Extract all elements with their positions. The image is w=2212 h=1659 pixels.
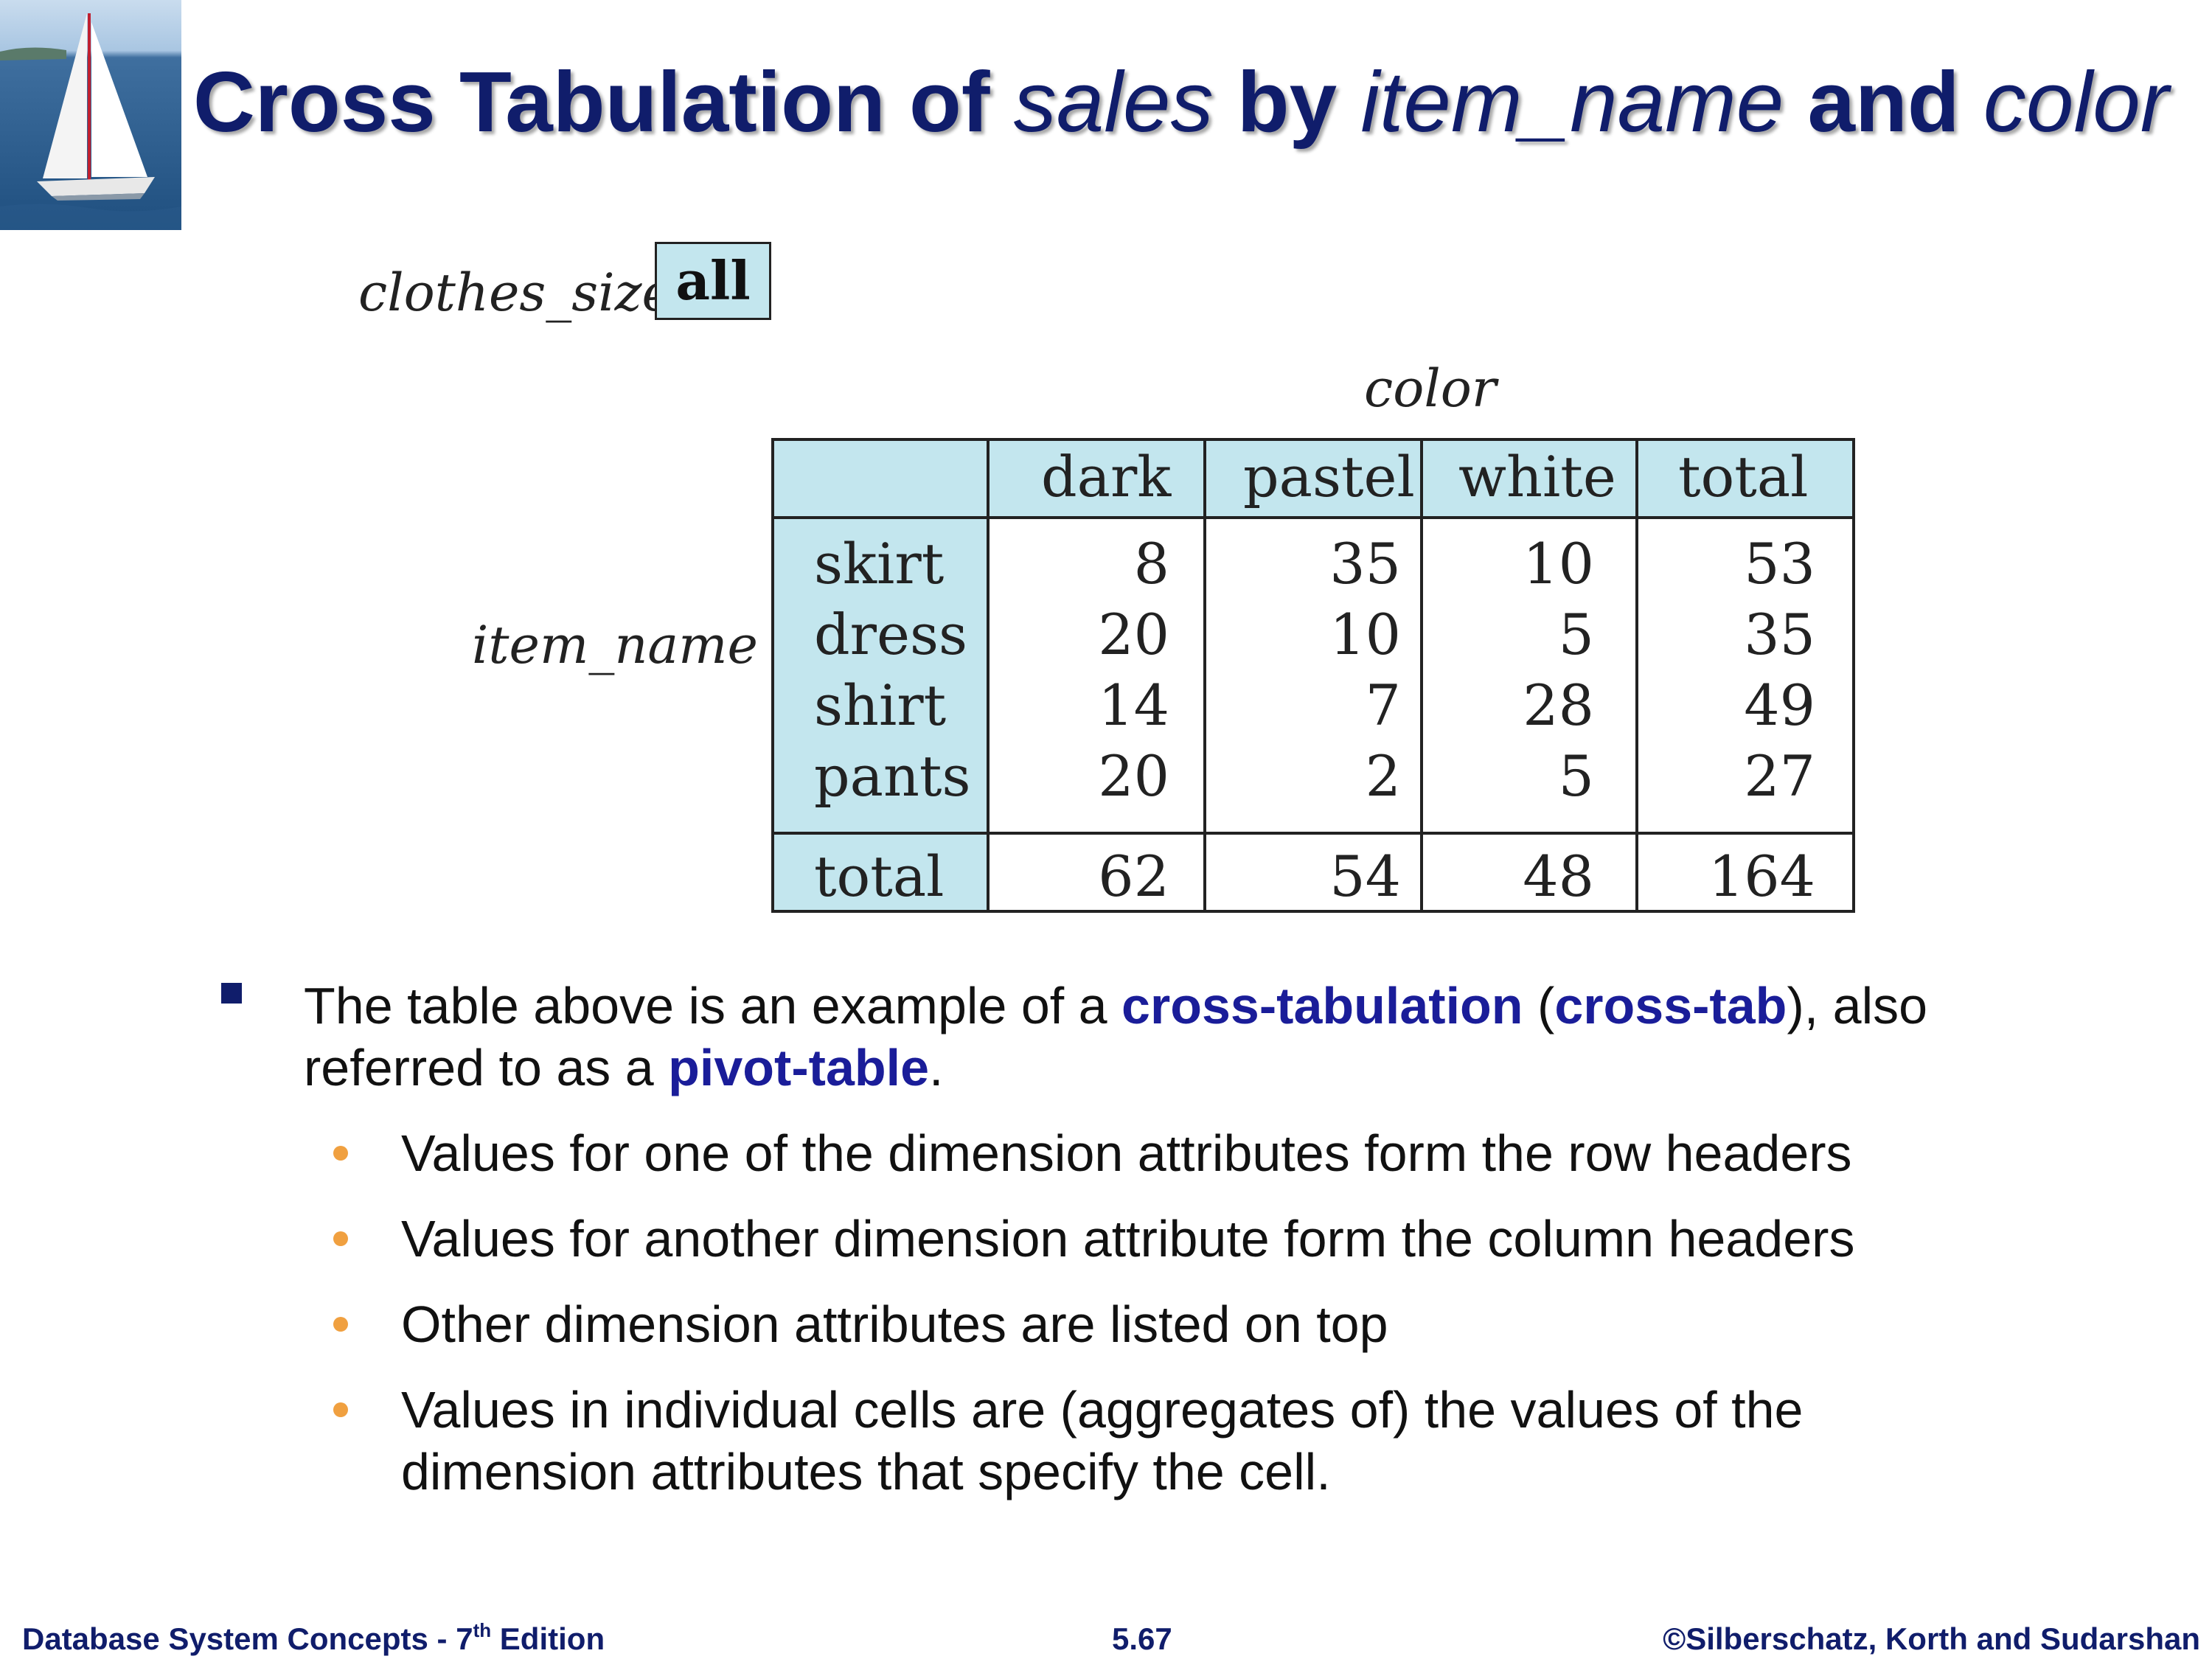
table-cell: 28	[1523, 672, 1594, 738]
table-cell: 5	[1558, 602, 1594, 667]
footer-book-text: Database System Concepts - 7	[22, 1621, 473, 1656]
main-text-1: The table above is an example of a	[304, 977, 1122, 1034]
column-header: dark	[1041, 444, 1172, 509]
table-cell: 20	[1098, 743, 1169, 809]
grid-line	[1852, 438, 1855, 913]
table-cell: 2	[1365, 743, 1401, 809]
clothes-size-value: all	[655, 242, 771, 320]
grid-line	[771, 832, 1855, 835]
total-cell: 48	[1523, 844, 1594, 909]
column-header: pastel	[1243, 444, 1415, 509]
sub-bullet-text: Values for another dimension attribute f…	[401, 1210, 1855, 1267]
orange-bullet-icon	[333, 1146, 348, 1161]
row-header: skirt	[814, 531, 945, 597]
orange-bullet-icon	[333, 1231, 348, 1246]
sailboat-icon	[0, 0, 181, 230]
main-text-2: (	[1523, 977, 1555, 1034]
table-cell: 35	[1744, 602, 1815, 667]
grid-line	[771, 438, 1855, 441]
keyword-pivot-table: pivot-table	[668, 1039, 930, 1096]
total-cell: 164	[1708, 844, 1815, 909]
footer-book-edition: Edition	[491, 1621, 605, 1656]
grid-line	[1203, 438, 1206, 913]
grid-line	[771, 910, 1855, 913]
sailboat-logo	[0, 0, 181, 230]
sub-bullet-text: Values in individual cells are (aggregat…	[401, 1381, 1804, 1500]
footer-copyright: ©Silberschatz, Korth and Sudarshan	[1663, 1621, 2200, 1656]
grid-line	[1420, 438, 1423, 913]
table-cell: 20	[1098, 602, 1169, 667]
main-text-4: .	[929, 1039, 944, 1096]
table-cell: 5	[1558, 743, 1594, 809]
sub-bullet-text: Values for one of the dimension attribut…	[401, 1124, 1852, 1182]
row-header: dress	[814, 602, 967, 667]
row-header: shirt	[814, 672, 947, 738]
title-relation: sales	[1013, 54, 1214, 150]
total-cell: 62	[1098, 844, 1169, 909]
footer-page-number: 5.67	[1112, 1621, 1172, 1656]
table-cell: 53	[1744, 531, 1815, 597]
page-title: Cross Tabulation of sales by item_name a…	[193, 50, 2168, 153]
title-prefix: Cross Tabulation of	[193, 54, 1014, 150]
table-cell: 27	[1744, 743, 1815, 809]
table-cell: 10	[1329, 602, 1401, 667]
column-header: total	[1678, 444, 1809, 509]
item-name-axis-label: item_name	[472, 615, 758, 675]
row-header: pants	[814, 743, 971, 809]
grid-line	[1635, 438, 1638, 913]
sub-bullet-text: Other dimension attributes are listed on…	[401, 1295, 1388, 1353]
crosstab-table: dark pastel white total skirt dress shir…	[771, 438, 1855, 913]
clothes-size-label: clothes_size	[358, 262, 672, 323]
orange-bullet-icon	[333, 1317, 348, 1332]
table-cell: 8	[1133, 531, 1169, 597]
table-cell: 7	[1365, 672, 1401, 738]
grid-line	[771, 438, 774, 913]
color-axis-label: color	[1364, 358, 1497, 419]
table-cell: 10	[1523, 531, 1594, 597]
table-cell: 49	[1744, 672, 1815, 738]
title-attr-item: item_name	[1360, 54, 1784, 150]
column-header: white	[1458, 444, 1616, 509]
total-cell: 54	[1329, 844, 1401, 909]
main-bullet-text: The table above is an example of a cross…	[304, 975, 2088, 1099]
table-cell: 14	[1098, 672, 1169, 738]
title-attr-color: color	[1983, 54, 2169, 150]
orange-bullet-icon	[333, 1402, 348, 1417]
row-header-total: total	[814, 844, 945, 909]
title-and: and	[1784, 54, 1983, 150]
keyword-cross-tab: cross-tab	[1554, 977, 1787, 1034]
table-cell: 35	[1329, 531, 1401, 597]
grid-line	[771, 516, 1855, 519]
keyword-cross-tabulation: cross-tabulation	[1121, 977, 1523, 1034]
title-by: by	[1213, 54, 1361, 150]
grid-line	[987, 438, 990, 913]
footer-book-title: Database System Concepts - 7th Edition	[22, 1621, 605, 1658]
square-bullet-icon	[221, 983, 242, 1004]
footer-book-sup: th	[473, 1619, 492, 1641]
